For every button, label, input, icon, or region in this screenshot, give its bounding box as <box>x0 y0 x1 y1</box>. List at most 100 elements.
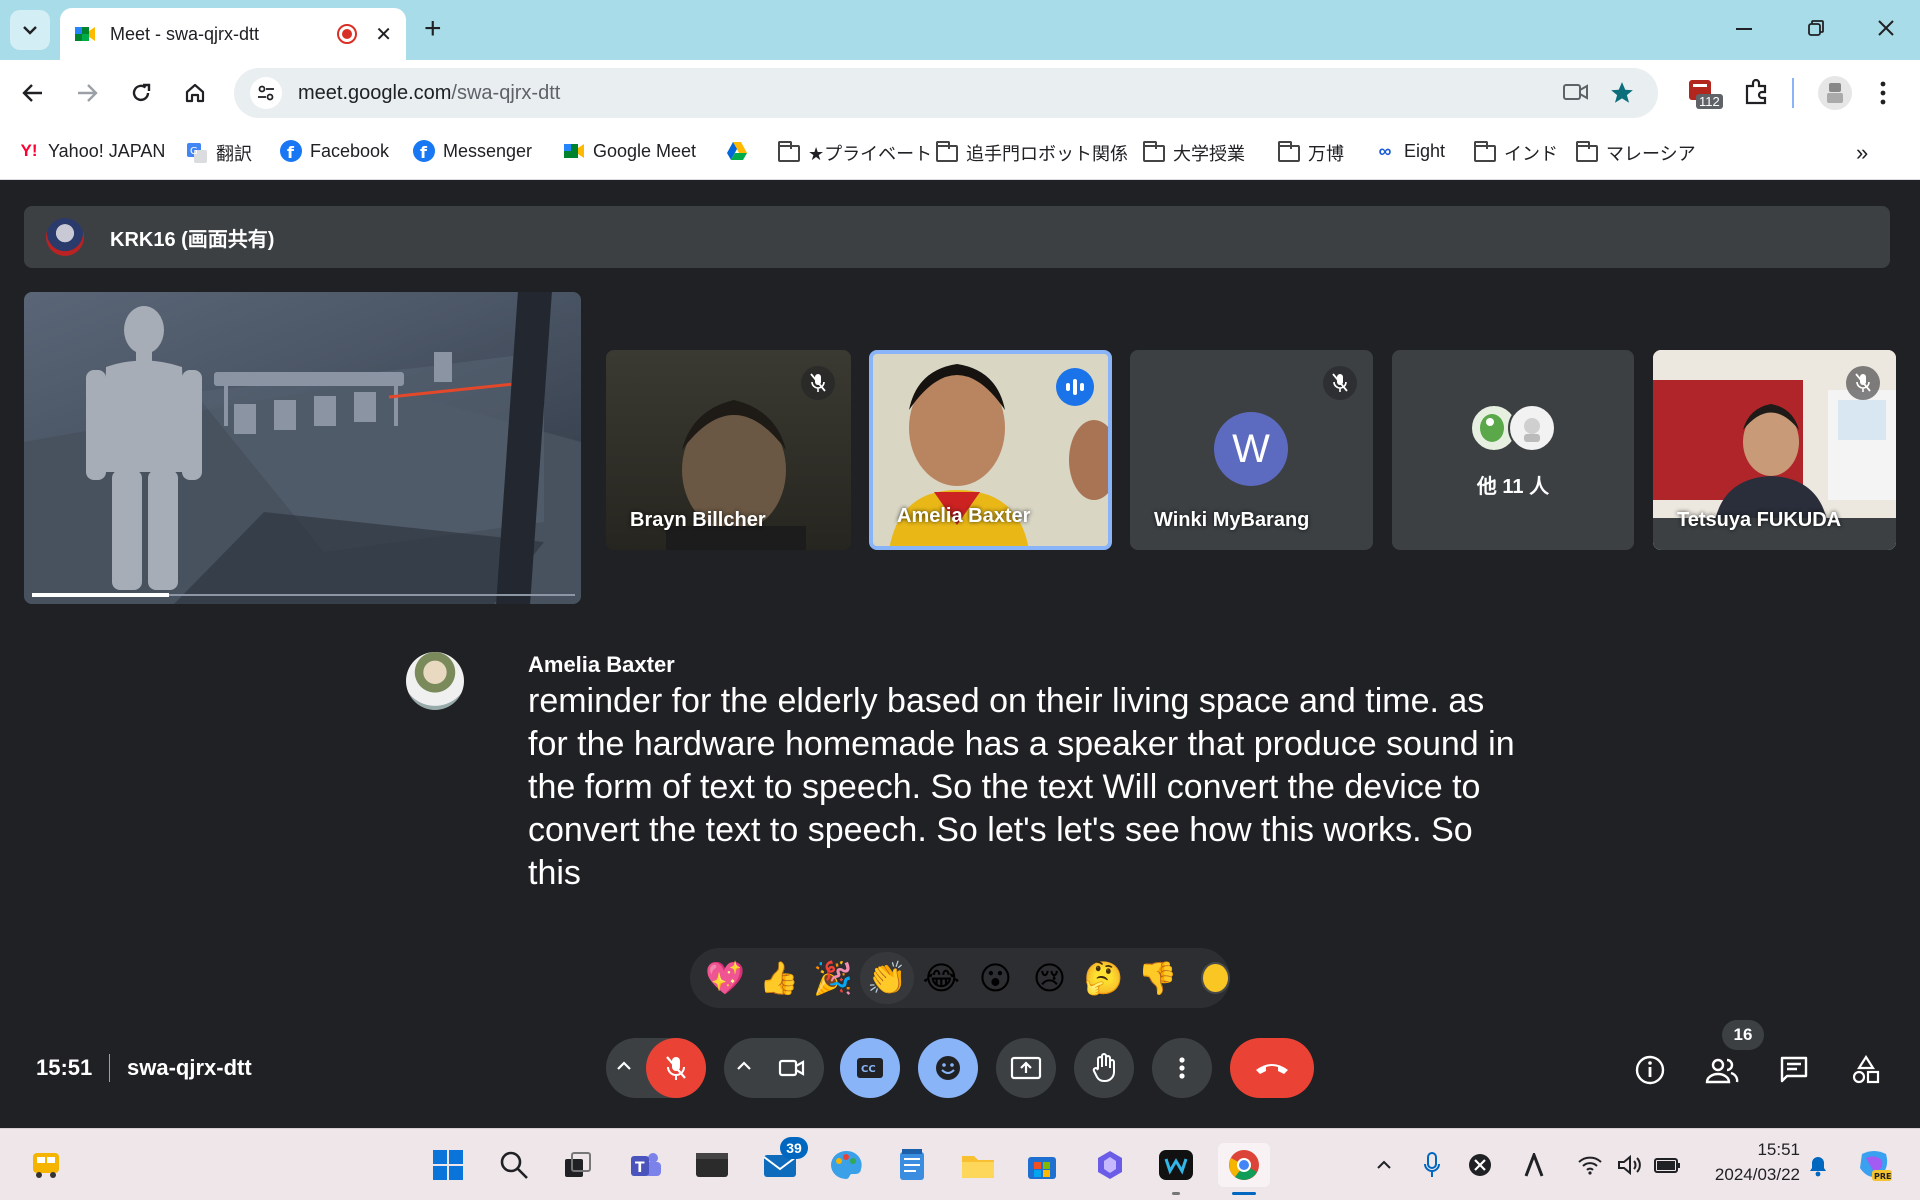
tray-notifications[interactable] <box>1798 1143 1838 1187</box>
participant-tile-amelia[interactable]: Amelia Baxter <box>869 350 1112 550</box>
bookmark-facebook[interactable]: f Facebook <box>280 140 389 162</box>
forward-button[interactable] <box>70 76 104 110</box>
reaction-party-popper[interactable]: 🎉 <box>806 952 860 1004</box>
bookmark-google-drive[interactable] <box>726 140 756 162</box>
taskbar-file-explorer[interactable] <box>956 1143 1000 1187</box>
browser-tab-meet[interactable]: Meet - swa-qjrx-dtt ✕ <box>60 8 406 60</box>
bookmark-translate[interactable]: G 翻訳 <box>186 140 252 166</box>
bookmark-folder-india[interactable]: インド <box>1474 140 1558 166</box>
reaction-thumbs-up[interactable]: 👍 <box>752 952 806 1004</box>
bookmark-eight[interactable]: ∞ Eight <box>1374 140 1445 162</box>
chrome-menu-icon[interactable] <box>1878 80 1888 106</box>
tray-volume[interactable] <box>1610 1143 1650 1187</box>
people-icon <box>1705 1058 1739 1084</box>
reaction-thinking[interactable]: 🤔 <box>1077 952 1131 1004</box>
leave-call-button[interactable] <box>1230 1038 1314 1098</box>
bookmark-star-icon[interactable] <box>1609 80 1635 106</box>
taskbar-terminal[interactable] <box>690 1143 734 1187</box>
simulation-scene-image <box>24 306 581 604</box>
people-button[interactable] <box>1702 1050 1742 1090</box>
tray-ime-indicator[interactable] <box>1514 1143 1554 1187</box>
taskbar-store[interactable] <box>1020 1143 1064 1187</box>
tray-microphone[interactable] <box>1412 1143 1452 1187</box>
audio-options-button[interactable] <box>616 1058 632 1076</box>
bookmark-folder-malaysia[interactable]: マレーシア <box>1576 140 1696 166</box>
home-button[interactable] <box>178 76 212 110</box>
taskbar-task-view[interactable] <box>556 1143 600 1187</box>
camera-toggle-button[interactable] <box>762 1038 822 1098</box>
videocam-icon <box>778 1059 805 1077</box>
shapes-icon <box>1852 1055 1880 1084</box>
reaction-thumbs-down[interactable]: 👎 <box>1131 952 1185 1004</box>
tab-close-icon[interactable]: ✕ <box>375 22 392 47</box>
taskbar-notepad[interactable] <box>890 1143 934 1187</box>
home-icon <box>185 83 205 103</box>
participant-tile-tetsuya[interactable]: Tetsuya FUKUDA <box>1653 350 1896 550</box>
taskbar-paint[interactable] <box>824 1143 868 1187</box>
taskbar-mail[interactable]: 39 <box>758 1137 808 1187</box>
tab-search-button[interactable] <box>10 10 50 50</box>
video-options-button[interactable] <box>736 1058 752 1076</box>
bookmark-folder-expo[interactable]: 万博 <box>1278 140 1344 166</box>
bookmark-folder-university[interactable]: 大学授業 <box>1143 140 1245 166</box>
skin-tone-selector[interactable] <box>1200 962 1230 994</box>
profile-avatar[interactable] <box>1818 76 1852 110</box>
extension-shield-button[interactable]: 112 <box>1686 76 1723 110</box>
taskbar-webex[interactable] <box>1154 1143 1198 1195</box>
camera-in-use-icon[interactable] <box>1562 82 1590 102</box>
back-button[interactable] <box>16 76 50 110</box>
bookmark-google-meet[interactable]: Google Meet <box>563 140 696 162</box>
address-bar[interactable]: meet.google.com/swa-qjrx-dtt <box>234 68 1658 118</box>
show-hidden-icons-button[interactable] <box>1364 1143 1404 1187</box>
participant-tile-brayn[interactable]: Brayn Billcher <box>606 350 851 550</box>
bookmark-folder-robot[interactable]: 追手門ロボット関係 <box>936 140 1128 166</box>
bookmark-messenger[interactable]: f Messenger <box>413 140 532 162</box>
taskbar-search[interactable] <box>492 1143 536 1187</box>
taskbar-clock-time[interactable]: 15:51 <box>1700 1140 1800 1160</box>
reactions-button[interactable] <box>918 1038 978 1098</box>
captions-button[interactable]: CC <box>840 1038 900 1098</box>
taskbar-weather-widget[interactable] <box>24 1143 68 1187</box>
new-tab-button[interactable]: + <box>424 12 442 46</box>
participant-name: Winki MyBarang <box>1154 509 1310 531</box>
activities-button[interactable] <box>1846 1050 1886 1090</box>
url-host: meet.google.com <box>298 81 452 104</box>
meeting-details-button[interactable] <box>1630 1050 1670 1090</box>
restore-icon[interactable] <box>1808 20 1824 36</box>
tray-app-x[interactable] <box>1460 1143 1500 1187</box>
microphone-toggle-button[interactable] <box>646 1038 706 1098</box>
url-text[interactable]: meet.google.com/swa-qjrx-dtt <box>298 82 560 105</box>
present-screen-button[interactable] <box>996 1038 1056 1098</box>
taskbar-teams[interactable]: T <box>624 1143 668 1187</box>
reload-button[interactable] <box>124 76 158 110</box>
tray-copilot[interactable]: PRE <box>1850 1143 1898 1187</box>
reaction-clapping-hands[interactable]: 👏 <box>860 952 915 1004</box>
bookmarks-overflow-button[interactable]: » <box>1856 140 1868 166</box>
bookmark-folder-private[interactable]: ★プライベート <box>778 140 932 166</box>
reaction-surprised[interactable]: 😮 <box>968 952 1022 1004</box>
chat-button[interactable] <box>1774 1050 1814 1090</box>
taskbar-chrome[interactable] <box>1218 1143 1270 1195</box>
tray-wifi[interactable] <box>1570 1143 1610 1187</box>
taskbar-copilot-app[interactable] <box>1088 1143 1132 1187</box>
participant-tile-winki[interactable]: W Winki MyBarang <box>1130 350 1373 550</box>
video-progress-bar[interactable] <box>32 593 575 597</box>
taskbar-clock-date[interactable]: 2024/03/22 <box>1682 1165 1800 1185</box>
site-info-button[interactable] <box>250 77 282 109</box>
participant-tile-others[interactable]: 他 11 人 <box>1392 350 1634 550</box>
reaction-crying[interactable]: 😢 <box>1022 952 1076 1004</box>
raise-hand-button[interactable] <box>1074 1038 1134 1098</box>
shared-screen[interactable] <box>24 292 581 604</box>
meeting-clock: 15:51 <box>36 1055 93 1080</box>
reaction-joy[interactable]: 😂 <box>914 952 968 1004</box>
bookmark-yahoo[interactable]: Y! Yahoo! JAPAN <box>18 140 166 162</box>
bookmark-label: マレーシア <box>1606 144 1696 164</box>
window-close-icon[interactable] <box>1878 20 1894 36</box>
extensions-puzzle-icon[interactable] <box>1742 78 1770 106</box>
store-icon <box>1028 1157 1056 1179</box>
facebook-icon: f <box>280 140 302 162</box>
more-options-button[interactable] <box>1152 1038 1212 1098</box>
minimize-icon[interactable] <box>1736 28 1752 30</box>
reaction-sparkling-heart[interactable]: 💖 <box>698 952 752 1004</box>
start-button[interactable] <box>426 1143 470 1187</box>
